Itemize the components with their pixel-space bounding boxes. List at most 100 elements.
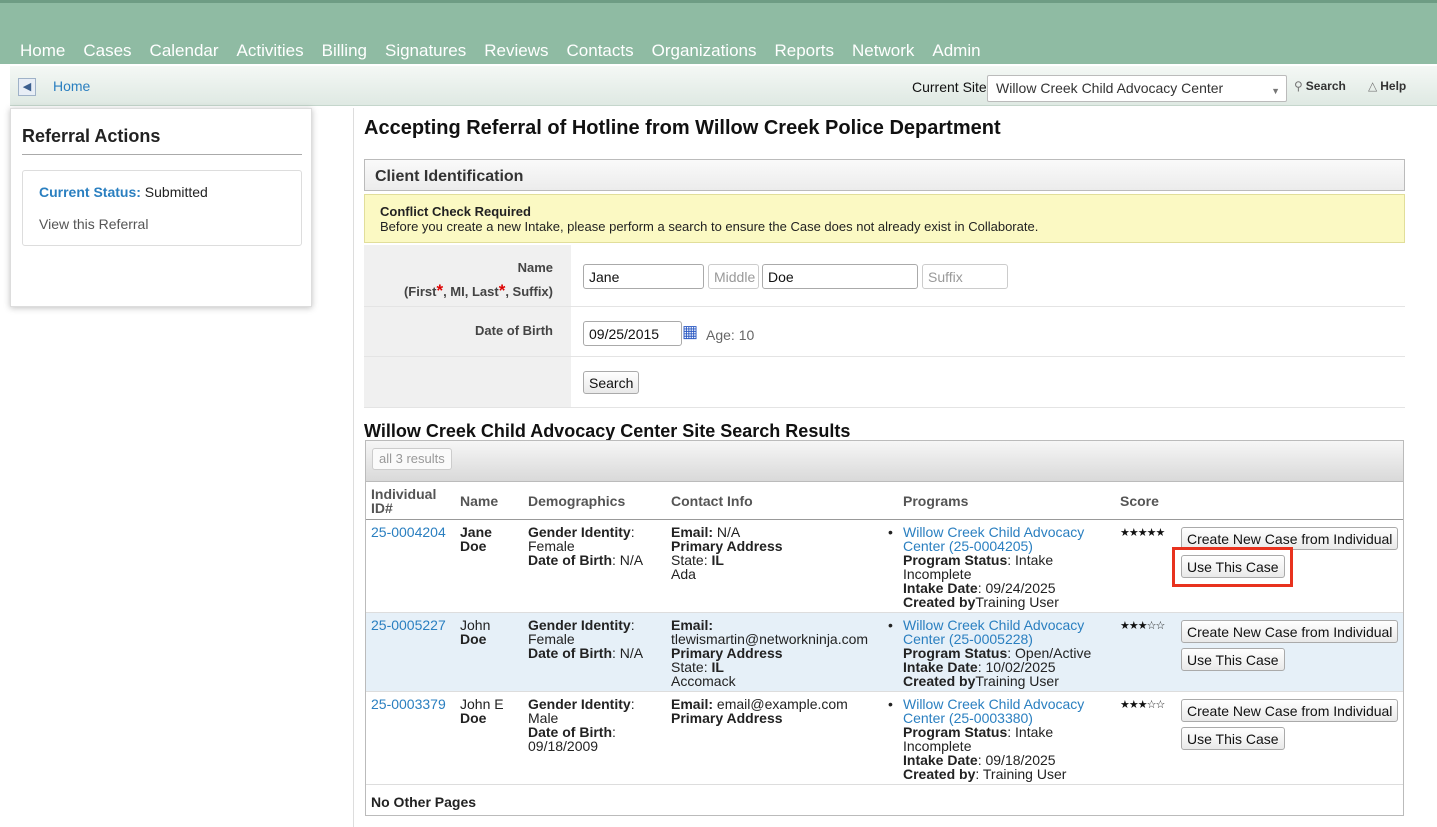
nav-activities[interactable]: Activities <box>237 41 304 61</box>
help-link-label: Help <box>1380 79 1407 93</box>
create-case-button[interactable]: Create New Case from Individual <box>1181 699 1399 722</box>
dob-value: : N/A <box>612 552 644 568</box>
pagination-note: No Other Pages <box>371 794 477 810</box>
nav-contacts[interactable]: Contacts <box>567 41 634 61</box>
name-row: Name (First*, MI, Last*, Suffix) Jane Mi… <box>364 245 1405 307</box>
program-link[interactable]: Willow Creek Child Advocacy Center (25-00… <box>903 618 1091 646</box>
nav-network[interactable]: Network <box>852 41 914 61</box>
county-value: Accomack <box>671 673 736 689</box>
search-label-cell <box>364 357 571 407</box>
results-count-button[interactable]: all 3 results <box>372 448 452 470</box>
bullet: • <box>888 524 893 540</box>
nav-admin[interactable]: Admin <box>932 41 980 61</box>
search-row: Search <box>364 357 1405 408</box>
search-results-table: all 3 results Individual ID# Name Demogr… <box>365 440 1404 816</box>
col-demographics: Demographics <box>528 493 626 509</box>
col-score: Score <box>1120 493 1159 509</box>
email-value: tlewismartin@networkninja.com <box>671 631 869 647</box>
first-name: John <box>460 617 491 633</box>
program-info: • Willow Creek Child Advocacy Center (25-… <box>888 697 1084 782</box>
name-sub-first: (First <box>403 284 437 299</box>
name-sublabel: (First*, MI, Last*, Suffix) <box>404 281 553 301</box>
conflict-check-notice: Conflict Check Required Before you creat… <box>364 194 1405 243</box>
last-name: Doe <box>460 538 487 554</box>
suffix-input[interactable]: Suffix <box>922 264 1008 289</box>
search-button[interactable]: Search <box>583 371 640 394</box>
name-sub-end: , Suffix) <box>505 284 553 299</box>
program-link[interactable]: Willow Creek Child Advocacy Center (25-00… <box>903 697 1084 725</box>
created-by-label: Created by <box>903 673 976 689</box>
first-name: John E <box>460 696 504 712</box>
gender-value: Male <box>528 710 559 726</box>
individual-name: John E Doe <box>460 697 504 725</box>
program-status-value: : Intake <box>1007 552 1054 568</box>
demographics: Gender Identity: Male Date of Birth: 09/… <box>528 696 635 754</box>
score-stars-icon: ★★★☆☆ <box>1120 620 1165 632</box>
current-site-label: Current Site <box>912 79 987 95</box>
main-menu: Home Cases Calendar Activities Billing S… <box>20 41 999 61</box>
col-individual-id-line1: Individual <box>371 486 437 502</box>
use-this-case-button[interactable]: Use This Case <box>1181 727 1285 750</box>
program-status-value: : Intake <box>1007 724 1054 740</box>
top-navigation: Home Cases Calendar Activities Billing S… <box>0 0 1437 64</box>
results-toolbar: all 3 results <box>366 441 1403 482</box>
search-icon: ⚲ <box>1294 79 1303 93</box>
individual-id-link[interactable]: 25-0005227 <box>371 618 446 632</box>
name-label-cell: Name (First*, MI, Last*, Suffix) <box>364 245 571 306</box>
table-row: 25-0004204 Jane Doe Gender Identity: Fem… <box>366 520 1403 613</box>
program-info: • Willow Creek Child Advocacy Center (25-… <box>888 618 1091 689</box>
contact-info: Email: tlewismartin@networkninja.com Pri… <box>671 618 868 688</box>
nav-billing[interactable]: Billing <box>322 41 367 61</box>
col-contact-info: Contact Info <box>671 493 753 509</box>
nav-signatures[interactable]: Signatures <box>385 41 466 61</box>
created-by-label: Created by <box>903 594 976 610</box>
created-by-value: Training User <box>975 673 1059 689</box>
address-label: Primary Address <box>671 710 783 726</box>
referral-actions-box: Current Status: Submitted View this Refe… <box>22 170 302 246</box>
view-referral-link[interactable]: View this Referral <box>39 216 148 232</box>
highlight-box <box>1172 547 1293 587</box>
bullet: • <box>888 617 893 633</box>
chevron-down-icon: ▼ <box>1271 86 1280 96</box>
program-status-cont: Incomplete <box>903 566 972 582</box>
nav-calendar[interactable]: Calendar <box>150 41 219 61</box>
create-case-button[interactable]: Create New Case from Individual <box>1181 620 1399 643</box>
program-info: • Willow Creek Child Advocacy Center (25-… <box>888 525 1084 610</box>
last-name: Doe <box>460 631 487 647</box>
contact-info: Email: email@example.com Primary Address <box>671 697 848 725</box>
col-name: Name <box>460 493 499 509</box>
middle-initial-input[interactable]: Middle <box>708 264 759 289</box>
collapse-sidebar-icon[interactable]: ◀ <box>18 78 36 96</box>
dob-label-cell: Date of Birth <box>364 307 571 356</box>
table-row: 25-0005227 John Doe Gender Identity: Fem… <box>366 613 1403 692</box>
first-name-input[interactable]: Jane <box>583 264 704 289</box>
current-site-select[interactable]: Willow Creek Child Advocacy Center ▼ <box>987 75 1287 102</box>
program-link[interactable]: Willow Creek Child Advocacy Center (25-00… <box>903 525 1084 553</box>
last-name-input[interactable]: Doe <box>762 264 918 289</box>
current-status-value: Submitted <box>144 184 208 200</box>
age-text: Age: 10 <box>706 327 755 343</box>
breadcrumb-home[interactable]: Home <box>53 78 90 94</box>
dob-input[interactable]: 09/25/2015 <box>583 321 682 346</box>
nav-cases[interactable]: Cases <box>83 41 131 61</box>
help-link[interactable]: △ Help <box>1368 79 1406 93</box>
table-row: 25-0003379 John E Doe Gender Identity: M… <box>366 692 1403 785</box>
first-name: Jane <box>460 524 492 540</box>
nav-reviews[interactable]: Reviews <box>484 41 548 61</box>
use-this-case-button[interactable]: Use This Case <box>1181 648 1285 671</box>
created-by-label: Created by <box>903 766 976 782</box>
search-link[interactable]: ⚲ Search <box>1294 79 1346 93</box>
individual-id-link[interactable]: 25-0003379 <box>371 697 446 711</box>
current-site-value: Willow Creek Child Advocacy Center <box>996 80 1224 96</box>
current-status-label: Current Status: <box>39 184 141 200</box>
nav-reports[interactable]: Reports <box>775 41 835 61</box>
nav-organizations[interactable]: Organizations <box>652 41 757 61</box>
demographics: Gender Identity: Female Date of Birth: N… <box>528 524 644 568</box>
individual-id-link[interactable]: 25-0004204 <box>371 525 446 539</box>
calendar-icon[interactable]: ▦ <box>682 323 698 340</box>
main-left-border <box>353 108 354 827</box>
referral-actions-title: Referral Actions <box>22 126 302 155</box>
dob-row: Date of Birth 09/25/2015 ▦ Age: 10 <box>364 307 1405 357</box>
individual-name: Jane Doe <box>460 525 492 553</box>
nav-home[interactable]: Home <box>20 41 65 61</box>
